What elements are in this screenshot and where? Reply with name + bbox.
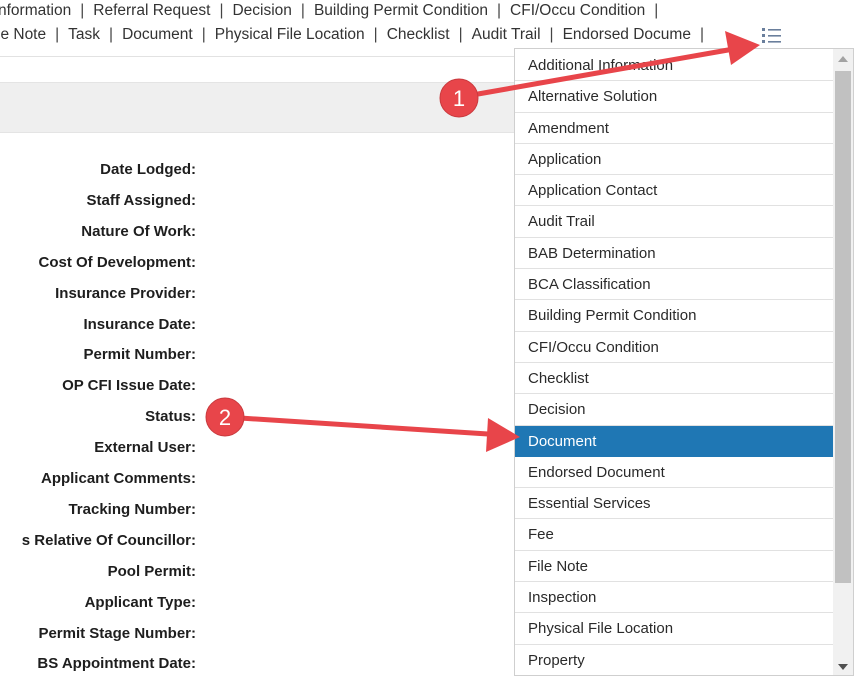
dropdown-item[interactable]: Physical File Location	[515, 613, 833, 645]
tab-item[interactable]: Checklist	[387, 23, 450, 47]
field-label: Tracking Number:	[68, 500, 196, 518]
field-label: Permit Stage Number:	[38, 624, 196, 642]
tab-separator: |	[549, 26, 554, 43]
scroll-down-arrow-icon[interactable]	[838, 664, 848, 670]
field-label: BS Appointment Date:	[37, 655, 196, 673]
field-label: Date Lodged:	[100, 161, 196, 178]
dropdown-item[interactable]: File Note	[515, 551, 833, 583]
tab-item[interactable]: le Note	[0, 23, 46, 47]
tab-separator: |	[80, 2, 85, 19]
dropdown-scrollbar[interactable]	[833, 49, 853, 675]
dropdown-list: Additional Information Alternative Soluti…	[515, 50, 833, 675]
tab-item[interactable]: Audit Trail	[472, 23, 541, 47]
field-label: External User:	[94, 439, 196, 457]
field-label: OP CFI Issue Date:	[62, 377, 196, 395]
dropdown-item[interactable]: Property	[515, 645, 833, 675]
field-label: Status:	[145, 408, 196, 426]
dropdown-item[interactable]: Endorsed Document	[515, 457, 833, 489]
tab-separator: |	[201, 26, 206, 43]
field-label: s Relative Of Councillor:	[21, 531, 196, 549]
tab-separator: |	[55, 26, 60, 43]
tab-separator: |	[699, 26, 704, 43]
annotation-marker-2: 2	[205, 397, 245, 437]
tab-separator: |	[458, 26, 463, 43]
more-tabs-button[interactable]	[761, 26, 783, 46]
dropdown-item[interactable]: Application	[515, 144, 833, 176]
field-label: Permit Number:	[83, 346, 196, 364]
dropdown-item[interactable]: Amendment	[515, 113, 833, 144]
field-label: Pool Permit:	[107, 562, 196, 580]
tab-item[interactable]: Referral Request	[93, 0, 210, 23]
tab-item[interactable]: CFI/Occu Condition	[510, 0, 645, 23]
field-label: Insurance Provider:	[55, 284, 196, 302]
tab-separator: |	[109, 26, 114, 43]
dropdown-item[interactable]: Decision	[515, 394, 833, 426]
field-label: Cost Of Development:	[38, 253, 196, 271]
tab-separator: |	[497, 2, 502, 19]
dropdown-item[interactable]: CFI/Occu Condition	[515, 332, 833, 363]
field-label: Staff Assigned:	[86, 191, 196, 209]
tab-item[interactable]: Task	[68, 23, 100, 47]
dropdown-item[interactable]: BCA Classification	[515, 269, 833, 301]
dropdown-item[interactable]: Fee	[515, 519, 833, 551]
annotation-arrow-2	[237, 415, 520, 452]
tab-separator: |	[654, 2, 659, 19]
svg-text:2: 2	[219, 405, 231, 430]
dropdown-item[interactable]: Essential Services	[515, 488, 833, 520]
dropdown-item[interactable]: Checklist	[515, 363, 833, 395]
dropdown-item[interactable]: BAB Determination	[515, 238, 833, 270]
field-label: Nature Of Work:	[81, 222, 196, 240]
tab-bar-row-1: nformation | Referral Request | Decision | Bui…	[0, 0, 667, 23]
tab-bar-row-2: le Note | Task | Document | Physical File Loca…	[0, 23, 713, 47]
tab-separator: |	[373, 26, 378, 43]
field-label: Applicant Type:	[84, 593, 196, 611]
tab-item[interactable]: Building Permit Condition	[314, 0, 488, 23]
tab-item[interactable]: Document	[122, 23, 193, 47]
dropdown-item[interactable]: Additional Information	[515, 50, 833, 82]
tab-separator: |	[300, 2, 305, 19]
scroll-thumb[interactable]	[835, 71, 851, 583]
list-menu-icon	[762, 28, 781, 43]
tab-item[interactable]: Physical File Location	[215, 23, 365, 47]
dropdown-item[interactable]: Application Contact	[515, 175, 833, 207]
tab-item[interactable]: nformation	[0, 0, 71, 23]
tab-separator: |	[219, 2, 224, 19]
tabs-dropdown-menu[interactable]: Additional Information Alternative Soluti…	[514, 48, 854, 676]
tab-item[interactable]: Decision	[232, 0, 291, 23]
tab-item[interactable]: Endorsed Docume	[563, 23, 691, 47]
dropdown-item[interactable]: Document	[515, 425, 833, 457]
dropdown-item[interactable]: Audit Trail	[515, 206, 833, 238]
dropdown-item[interactable]: Inspection	[515, 582, 833, 614]
dropdown-item[interactable]: Building Permit Condition	[515, 300, 833, 332]
dropdown-item[interactable]: Alternative Solution	[515, 81, 833, 113]
field-label: Insurance Date:	[83, 315, 196, 333]
field-label: Applicant Comments:	[40, 470, 196, 487]
scroll-up-arrow-icon[interactable]	[838, 56, 848, 62]
